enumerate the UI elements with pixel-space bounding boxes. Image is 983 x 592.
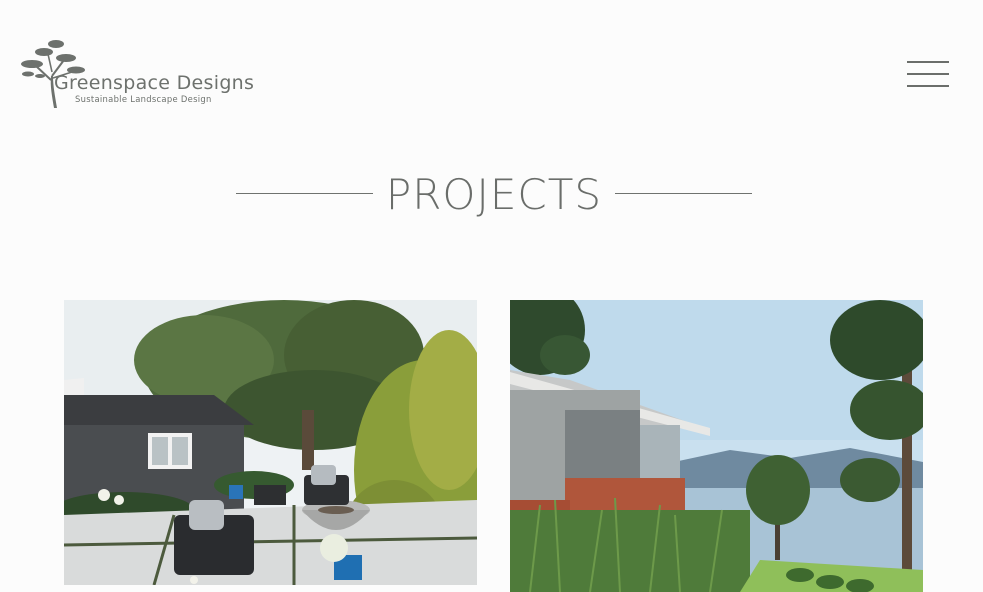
site-logo[interactable]: Greenspace Designs Sustainable Landscape… [20, 36, 260, 112]
project-card-waterfront-house[interactable] [510, 300, 923, 592]
page-title-section: PROJECTS [0, 166, 983, 222]
garden-patio-photo [64, 300, 477, 585]
logo-tagline: Sustainable Landscape Design [75, 94, 212, 104]
hamburger-menu-icon[interactable] [903, 56, 951, 92]
waterfront-house-photo [510, 300, 923, 592]
project-card-garden-patio[interactable] [64, 300, 477, 585]
title-divider-left [236, 193, 373, 194]
logo-name: Greenspace Designs [54, 72, 255, 94]
menu-line [907, 85, 949, 87]
site-header: Greenspace Designs Sustainable Landscape… [0, 0, 983, 130]
title-divider-right [615, 193, 752, 194]
menu-line [907, 73, 949, 75]
menu-line [907, 61, 949, 63]
page-title: PROJECTS [385, 170, 603, 219]
